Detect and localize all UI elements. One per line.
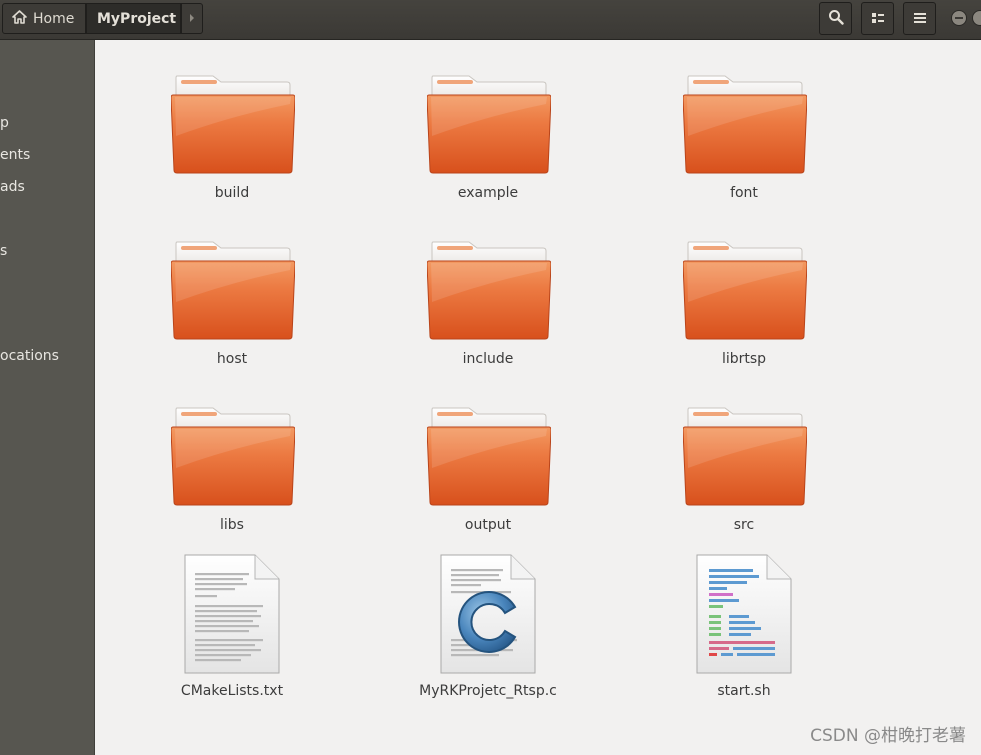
file-name-label: MyRKProjetc_Rtsp.c	[419, 683, 557, 699]
sidebar-item-desktop[interactable]: p	[0, 112, 94, 134]
menu-button[interactable]	[903, 2, 936, 35]
sidebar: p ents ads s ocations	[0, 40, 95, 755]
file-name-label: include	[462, 351, 514, 367]
folder-item-src[interactable]: src	[659, 406, 829, 541]
sidebar-item-documents[interactable]: ents	[0, 144, 94, 166]
chevron-right-icon	[189, 11, 195, 27]
search-icon	[828, 9, 844, 29]
header-bar: Home MyProject	[0, 0, 981, 40]
view-options-button[interactable]	[861, 2, 894, 35]
folder-icon	[427, 74, 551, 174]
breadcrumb-current-label: MyProject	[97, 10, 177, 27]
file-name-label: build	[214, 185, 250, 201]
view-options-icon	[871, 9, 885, 28]
watermark: CSDN @柑晚打老薯	[810, 726, 966, 746]
sidebar-item-other-locations[interactable]: ocations	[0, 345, 94, 367]
breadcrumb-next-button[interactable]	[181, 3, 203, 34]
breadcrumb-home-label: Home	[33, 10, 75, 27]
folder-icon	[427, 240, 551, 340]
maximize-window-button[interactable]	[972, 10, 981, 26]
home-icon	[12, 9, 27, 28]
folder-item-output[interactable]: output	[403, 406, 573, 541]
folder-item-librtsp[interactable]: librtsp	[659, 240, 829, 375]
file-item-myrkprojetc-rtsp-c[interactable]: MyRKProjetc_Rtsp.c	[403, 553, 573, 705]
shell-script-icon	[695, 553, 793, 675]
sidebar-item-label: s	[0, 243, 8, 259]
sidebar-item-downloads[interactable]: ads	[0, 176, 94, 198]
hamburger-icon	[913, 9, 926, 28]
file-name-label: font	[730, 185, 758, 201]
sidebar-item-label: ads	[0, 179, 25, 195]
sidebar-item-label: ents	[0, 147, 31, 163]
folder-item-include[interactable]: include	[403, 240, 573, 375]
file-name-label: libs	[220, 517, 244, 533]
sidebar-item-videos[interactable]: s	[0, 240, 94, 262]
folder-icon	[171, 74, 295, 174]
folder-icon	[171, 240, 295, 340]
folder-item-build[interactable]: build	[147, 74, 317, 209]
file-item-cmakelists[interactable]: CMakeLists.txt	[147, 553, 317, 705]
search-button[interactable]	[819, 2, 852, 35]
file-name-label: start.sh	[717, 683, 771, 699]
sidebar-item-label: p	[0, 115, 9, 131]
breadcrumb-home[interactable]: Home	[2, 3, 86, 34]
folder-icon	[427, 406, 551, 506]
file-name-label: CMakeLists.txt	[180, 683, 284, 699]
folder-icon	[171, 406, 295, 506]
minimize-window-button[interactable]	[951, 10, 967, 26]
sidebar-item-label: ocations	[0, 348, 59, 364]
file-name-label: example	[457, 185, 519, 201]
folder-item-font[interactable]: font	[659, 74, 829, 209]
file-name-label: src	[733, 517, 755, 533]
text-file-icon	[183, 553, 281, 675]
folder-item-host[interactable]: host	[147, 240, 317, 375]
file-name-label: librtsp	[721, 351, 767, 367]
folder-item-example[interactable]: example	[403, 74, 573, 209]
folder-icon	[683, 240, 807, 340]
file-item-start-sh[interactable]: start.sh	[659, 553, 829, 705]
file-name-label: output	[464, 517, 512, 533]
folder-icon	[683, 74, 807, 174]
folder-icon	[683, 406, 807, 506]
c-source-file-icon	[439, 553, 537, 675]
breadcrumb-current-folder[interactable]: MyProject	[86, 3, 181, 34]
file-name-label: host	[216, 351, 248, 367]
folder-item-libs[interactable]: libs	[147, 406, 317, 541]
file-view: build example font host include librtsp …	[95, 40, 981, 755]
